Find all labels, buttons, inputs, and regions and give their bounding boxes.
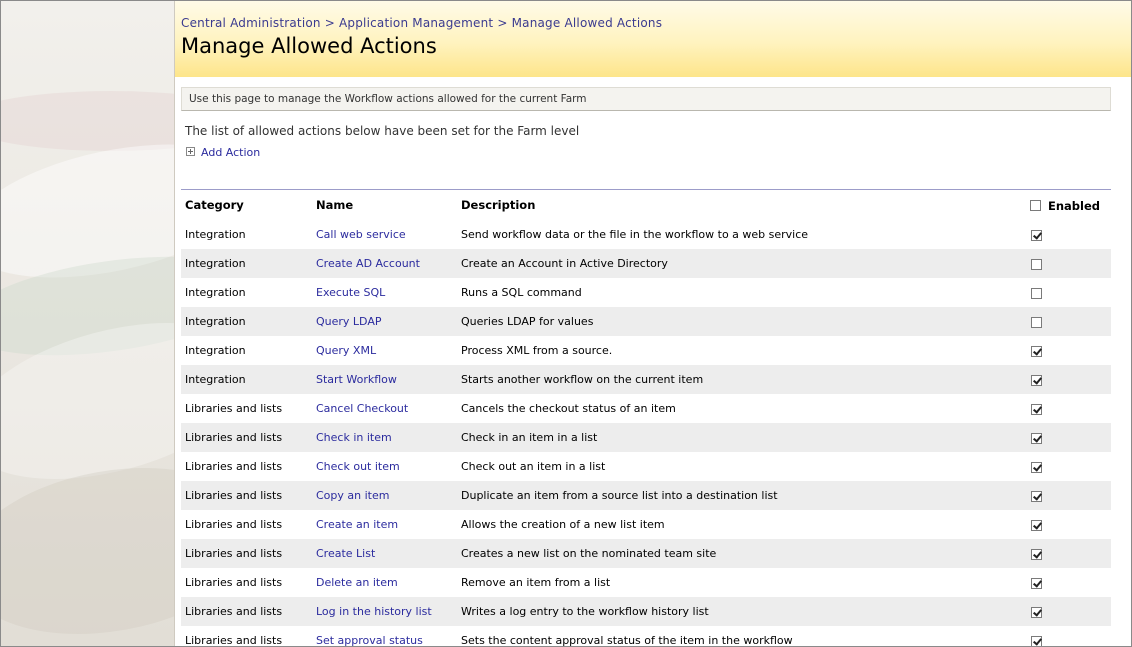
action-description: Check out an item in a list bbox=[461, 460, 606, 473]
action-description: Creates a new list on the nominated team… bbox=[461, 547, 717, 560]
action-description: Writes a log entry to the workflow histo… bbox=[461, 605, 709, 618]
enabled-checkbox[interactable] bbox=[1031, 549, 1042, 560]
action-name-link[interactable]: Create List bbox=[316, 539, 375, 568]
action-description: Duplicate an item from a source list int… bbox=[461, 489, 778, 502]
farm-level-note: The list of allowed actions below have b… bbox=[185, 124, 580, 138]
action-description: Check in an item in a list bbox=[461, 431, 598, 444]
action-description: Remove an item from a list bbox=[461, 576, 611, 589]
column-header-enabled: Enabled bbox=[1048, 199, 1101, 213]
action-name-link[interactable]: Start Workflow bbox=[316, 365, 397, 394]
action-name-link[interactable]: Check in item bbox=[316, 423, 392, 452]
app-window: Central Administration > Application Man… bbox=[0, 0, 1132, 647]
action-name-link[interactable]: Copy an item bbox=[316, 481, 389, 510]
enabled-checkbox[interactable] bbox=[1031, 230, 1042, 241]
enabled-checkbox[interactable] bbox=[1031, 491, 1042, 502]
action-category: Libraries and lists bbox=[185, 460, 283, 473]
action-name-link[interactable]: Cancel Checkout bbox=[316, 394, 408, 423]
action-category: Libraries and lists bbox=[185, 634, 283, 647]
table-row: Libraries and lists Delete an item Remove … bbox=[181, 568, 1111, 597]
action-description: Runs a SQL command bbox=[461, 286, 582, 299]
action-category: Libraries and lists bbox=[185, 431, 283, 444]
action-description: Create an Account in Active Directory bbox=[461, 257, 668, 270]
action-category: Libraries and lists bbox=[185, 402, 283, 415]
enabled-checkbox[interactable] bbox=[1031, 433, 1042, 444]
enabled-checkbox[interactable] bbox=[1031, 520, 1042, 531]
action-category: Libraries and lists bbox=[185, 576, 283, 589]
action-name-link[interactable]: Create AD Account bbox=[316, 249, 420, 278]
table-row: Libraries and lists Check out item Check o… bbox=[181, 452, 1111, 481]
action-name-link[interactable]: Execute SQL bbox=[316, 278, 385, 307]
action-name-link[interactable]: Log in the history list bbox=[316, 597, 432, 626]
action-name-link[interactable]: Create an item bbox=[316, 510, 398, 539]
page-description-bar: Use this page to manage the Workflow act… bbox=[181, 87, 1111, 111]
breadcrumb[interactable]: Central Administration > Application Man… bbox=[181, 16, 662, 30]
page-title: Manage Allowed Actions bbox=[181, 34, 437, 58]
action-name-link[interactable]: Query LDAP bbox=[316, 307, 382, 336]
action-description: Send workflow data or the file in the wo… bbox=[461, 228, 809, 241]
page-description: Use this page to manage the Workflow act… bbox=[189, 93, 587, 105]
action-name-link[interactable]: Set approval status bbox=[316, 626, 423, 646]
allowed-actions-table: Category Name Description Enabled Integr… bbox=[181, 189, 1111, 647]
action-description: Process XML from a source. bbox=[461, 344, 613, 357]
column-header-name: Name bbox=[316, 198, 354, 212]
action-name-link[interactable]: Query XML bbox=[316, 336, 376, 365]
enabled-checkbox[interactable] bbox=[1031, 607, 1042, 618]
column-header-description: Description bbox=[461, 198, 536, 212]
table-row: Libraries and lists Copy an item Duplicate… bbox=[181, 481, 1111, 510]
action-name-link[interactable]: Call web service bbox=[316, 220, 406, 249]
enabled-checkbox[interactable] bbox=[1031, 288, 1042, 299]
table-row: Libraries and lists Cancel Checkout Cancel… bbox=[181, 394, 1111, 423]
enabled-checkbox[interactable] bbox=[1031, 462, 1042, 473]
left-navigation-panel bbox=[1, 1, 175, 646]
select-all-checkbox[interactable] bbox=[1030, 200, 1041, 211]
table-row: Libraries and lists Check in item Check in… bbox=[181, 423, 1111, 452]
enabled-checkbox[interactable] bbox=[1031, 404, 1042, 415]
action-description: Cancels the checkout status of an item bbox=[461, 402, 676, 415]
table-row: Libraries and lists Log in the history li… bbox=[181, 597, 1111, 626]
action-description: Starts another workflow on the current i… bbox=[461, 373, 704, 386]
table-row: Integration Query XML Process XML from a s… bbox=[181, 336, 1111, 365]
enabled-checkbox[interactable] bbox=[1031, 636, 1042, 646]
action-name-link[interactable]: Delete an item bbox=[316, 568, 398, 597]
enabled-checkbox[interactable] bbox=[1031, 375, 1042, 386]
action-category: Libraries and lists bbox=[185, 489, 283, 502]
action-category: Integration bbox=[185, 344, 246, 357]
table-row: Integration Execute SQL Runs a SQL command bbox=[181, 278, 1111, 307]
enabled-checkbox[interactable] bbox=[1031, 578, 1042, 589]
add-action-label[interactable]: Add Action bbox=[201, 146, 260, 159]
action-category: Libraries and lists bbox=[185, 547, 283, 560]
page-header: Central Administration > Application Man… bbox=[175, 1, 1131, 77]
table-row: Libraries and lists Set approval status Se… bbox=[181, 626, 1111, 647]
column-header-category: Category bbox=[185, 198, 244, 212]
expand-plus-icon[interactable] bbox=[186, 147, 195, 156]
action-description: Queries LDAP for values bbox=[461, 315, 594, 328]
table-row: Integration Query LDAP Queries LDAP for va… bbox=[181, 307, 1111, 336]
add-action-link[interactable]: Add Action bbox=[186, 146, 260, 159]
action-category: Libraries and lists bbox=[185, 605, 283, 618]
action-description: Allows the creation of a new list item bbox=[461, 518, 665, 531]
table-body: Integration Call web service Send workflow… bbox=[181, 220, 1111, 647]
table-row: Libraries and lists Create an item Allows … bbox=[181, 510, 1111, 539]
table-header-row: Category Name Description Enabled bbox=[181, 190, 1111, 220]
action-category: Integration bbox=[185, 286, 246, 299]
table-row: Integration Create AD Account Create an Ac… bbox=[181, 249, 1111, 278]
enabled-checkbox[interactable] bbox=[1031, 317, 1042, 328]
action-category: Integration bbox=[185, 257, 246, 270]
action-category: Libraries and lists bbox=[185, 518, 283, 531]
action-description: Sets the content approval status of the … bbox=[461, 634, 793, 647]
table-row: Integration Call web service Send workflow… bbox=[181, 220, 1111, 249]
action-category: Integration bbox=[185, 373, 246, 386]
enabled-checkbox[interactable] bbox=[1031, 259, 1042, 270]
enabled-checkbox[interactable] bbox=[1031, 346, 1042, 357]
action-category: Integration bbox=[185, 315, 246, 328]
action-category: Integration bbox=[185, 228, 246, 241]
action-name-link[interactable]: Check out item bbox=[316, 452, 400, 481]
table-row: Libraries and lists Create List Creates a … bbox=[181, 539, 1111, 568]
table-row: Integration Start Workflow Starts another … bbox=[181, 365, 1111, 394]
